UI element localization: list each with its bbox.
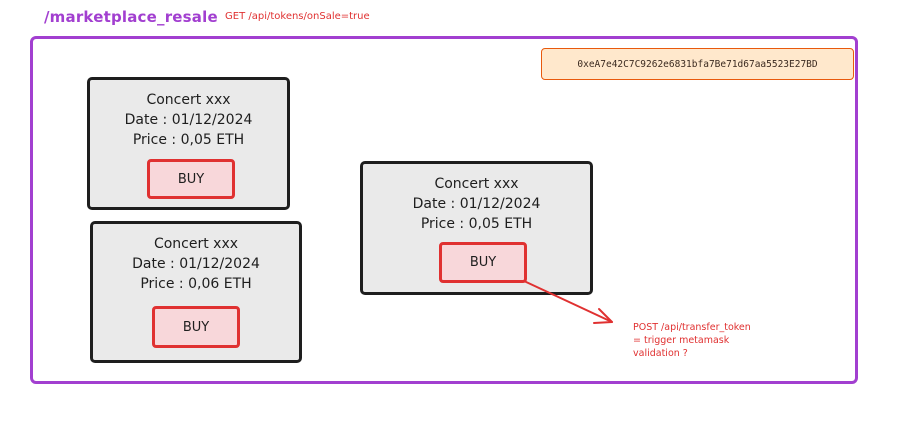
ticket-date: Date : 01/12/2024 (412, 196, 541, 212)
note-line: POST /api/transfer_token (633, 322, 751, 333)
buy-button[interactable]: BUY (152, 306, 240, 348)
ticket-date: Date : 01/12/2024 (124, 112, 253, 128)
ticket-title: Concert xxx (146, 92, 231, 108)
get-api-label: GET /api/tokens/onSale=true (225, 11, 370, 22)
note-line: validation ? (633, 348, 688, 359)
ticket-price: Price : 0,06 ETH (140, 276, 252, 292)
ticket-title: Concert xxx (153, 236, 239, 252)
buy-button[interactable]: BUY (147, 159, 235, 199)
wallet-address-text: 0xeA7e42C7C9262e6831bfa7Be71d67aa5523E27… (577, 58, 818, 70)
buy-button[interactable]: BUY (439, 242, 527, 283)
note-line: = trigger metamask (633, 335, 730, 346)
ticket-date: Date : 01/12/2024 (132, 256, 260, 272)
page-route-title: /marketplace_resale (44, 8, 218, 26)
post-transfer-note: POST /api/transfer_token = trigger metam… (633, 321, 823, 360)
wallet-address-badge: 0xeA7e42C7C9262e6831bfa7Be71d67aa5523E27… (541, 48, 854, 80)
ticket-title: Concert xxx (434, 176, 519, 192)
ticket-price: Price : 0,05 ETH (132, 132, 245, 148)
ticket-price: Price : 0,05 ETH (420, 216, 533, 232)
